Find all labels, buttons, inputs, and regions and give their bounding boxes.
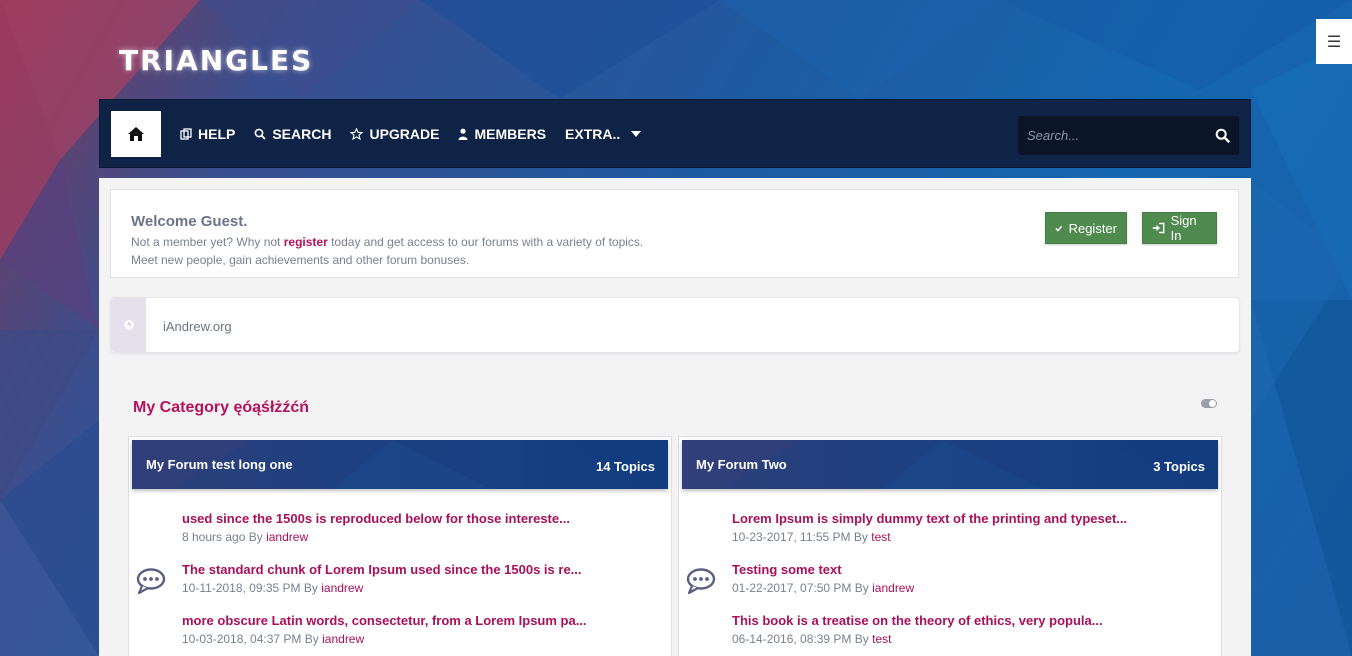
register-button[interactable]: Register [1045, 212, 1127, 244]
forum-header[interactable]: My Forum Two 3 Topics [682, 440, 1218, 489]
forum-name[interactable]: My Forum test long one [146, 457, 293, 472]
main-navbar: HELP SEARCH UPGRADE MEMBERS EXTRA.. [99, 99, 1251, 168]
topic-title[interactable]: used since the 1500s is reproduced below… [182, 511, 570, 526]
nav-upgrade[interactable]: UPGRADE [350, 126, 439, 142]
topic-meta: 10-11-2018, 09:35 PM By iandrew [182, 581, 582, 595]
nav-upgrade-label: UPGRADE [369, 125, 440, 142]
forum-card: My Forum test long one 14 Topics used si… [128, 436, 672, 656]
topic-by: By [853, 530, 868, 544]
topic-item: This book is a treatise on the theory of… [732, 613, 1103, 646]
topic-author[interactable]: iandrew [322, 632, 364, 646]
help-icon [180, 127, 192, 140]
topic-meta: 06-14-2016, 08:39 PM By test [732, 632, 1103, 646]
category-collapse-toggle[interactable] [1201, 399, 1217, 408]
nav-members[interactable]: MEMBERS [458, 126, 546, 142]
comments-icon [136, 568, 166, 595]
welcome-text-pre: Not a member yet? Why not [131, 235, 284, 249]
topic-time: 10-03-2018, 04:37 PM [182, 632, 302, 646]
topic-author[interactable]: test [871, 530, 890, 544]
topic-author[interactable]: iandrew [872, 581, 914, 595]
topic-title[interactable]: more obscure Latin words, consectetur, f… [182, 613, 587, 628]
search-icon [254, 128, 266, 140]
register-button-label: Register [1068, 220, 1117, 236]
topic-item: more obscure Latin words, consectetur, f… [182, 613, 587, 646]
topic-time: 10-23-2017, 11:55 PM [732, 530, 851, 544]
caret-down-icon [631, 130, 642, 137]
signin-button-label: Sign In [1170, 213, 1197, 243]
sign-in-icon [1152, 222, 1165, 234]
nav-extra-dropdown[interactable]: EXTRA.. [565, 126, 642, 142]
comments-icon [686, 568, 716, 595]
topic-meta: 8 hours ago By iandrew [182, 530, 570, 544]
signin-button[interactable]: Sign In [1142, 212, 1217, 244]
welcome-text-post: today and get access to our forums with … [327, 235, 644, 249]
topic-time: 06-14-2016, 08:39 PM [732, 632, 852, 646]
topic-author[interactable]: iandrew [266, 530, 308, 544]
menu-toggle-button[interactable]: ☰ [1316, 19, 1352, 64]
forum-card: My Forum Two 3 Topics Lorem Ipsum is sim… [678, 436, 1222, 656]
topic-item: Testing some text 01-22-2017, 07:50 PM B… [732, 562, 914, 595]
forum-topic-count: 14 Topics [595, 459, 655, 474]
topic-title[interactable]: Testing some text [732, 562, 914, 577]
topic-item: Lorem Ipsum is simply dummy text of the … [732, 511, 1127, 544]
search-submit-button[interactable] [1205, 128, 1239, 143]
nav-help[interactable]: HELP [180, 126, 235, 142]
search-icon [1215, 128, 1230, 143]
topic-title[interactable]: The standard chunk of Lorem Ipsum used s… [182, 562, 582, 577]
site-name[interactable]: iAndrew.org [163, 319, 232, 334]
topic-time: 8 hours ago [182, 530, 246, 544]
topic-time: 01-22-2017, 07:50 PM [732, 581, 852, 595]
nav-search[interactable]: SEARCH [254, 126, 331, 142]
topic-time: 10-11-2018, 09:35 PM [182, 581, 301, 595]
topic-title[interactable]: Lorem Ipsum is simply dummy text of the … [732, 511, 1127, 526]
topic-meta: 10-03-2018, 04:37 PM By iandrew [182, 632, 587, 646]
forum-name[interactable]: My Forum Two [696, 457, 787, 472]
topic-author[interactable]: iandrew [321, 581, 363, 595]
nav-members-label: MEMBERS [474, 125, 547, 142]
topic-meta: 01-22-2017, 07:50 PM By iandrew [732, 581, 914, 595]
nav-help-label: HELP [198, 125, 236, 142]
main-content: Welcome Guest. Not a member yet? Why not… [99, 178, 1251, 656]
site-logo[interactable]: TRIANGLES [119, 44, 313, 77]
topic-by: By [304, 632, 319, 646]
star-icon [350, 127, 364, 140]
register-link[interactable]: register [284, 235, 328, 249]
topic-item: The standard chunk of Lorem Ipsum used s… [182, 562, 582, 595]
forum-header[interactable]: My Forum test long one 14 Topics [132, 440, 668, 489]
search-box [1018, 116, 1239, 155]
nav-search-label: SEARCH [272, 125, 332, 142]
clock-icon [123, 320, 134, 330]
topic-by: By [854, 632, 869, 646]
welcome-text-line1: Not a member yet? Why not register today… [131, 235, 643, 249]
welcome-text-line2: Meet new people, gain achievements and o… [131, 253, 470, 267]
topic-by: By [854, 581, 869, 595]
topic-by: By [248, 530, 263, 544]
topic-by: By [303, 581, 318, 595]
forum-topic-count: 3 Topics [1153, 459, 1205, 474]
site-row[interactable]: iAndrew.org [110, 297, 1240, 353]
topic-author[interactable]: test [872, 632, 891, 646]
check-icon [1055, 225, 1063, 232]
topic-title[interactable]: This book is a treatise on the theory of… [732, 613, 1103, 628]
home-icon [128, 126, 144, 141]
topic-item: used since the 1500s is reproduced below… [182, 511, 570, 544]
user-icon [458, 128, 468, 140]
topic-meta: 10-23-2017, 11:55 PM By test [732, 530, 1127, 544]
search-input[interactable] [1018, 116, 1205, 155]
welcome-panel: Welcome Guest. Not a member yet? Why not… [110, 189, 1239, 278]
category-title[interactable]: My Category ęóąśłżźćń [133, 399, 309, 417]
site-strip [111, 298, 146, 352]
nav-extra-label: EXTRA.. [565, 125, 621, 142]
welcome-title: Welcome Guest. [131, 213, 248, 230]
home-button[interactable] [111, 110, 161, 157]
